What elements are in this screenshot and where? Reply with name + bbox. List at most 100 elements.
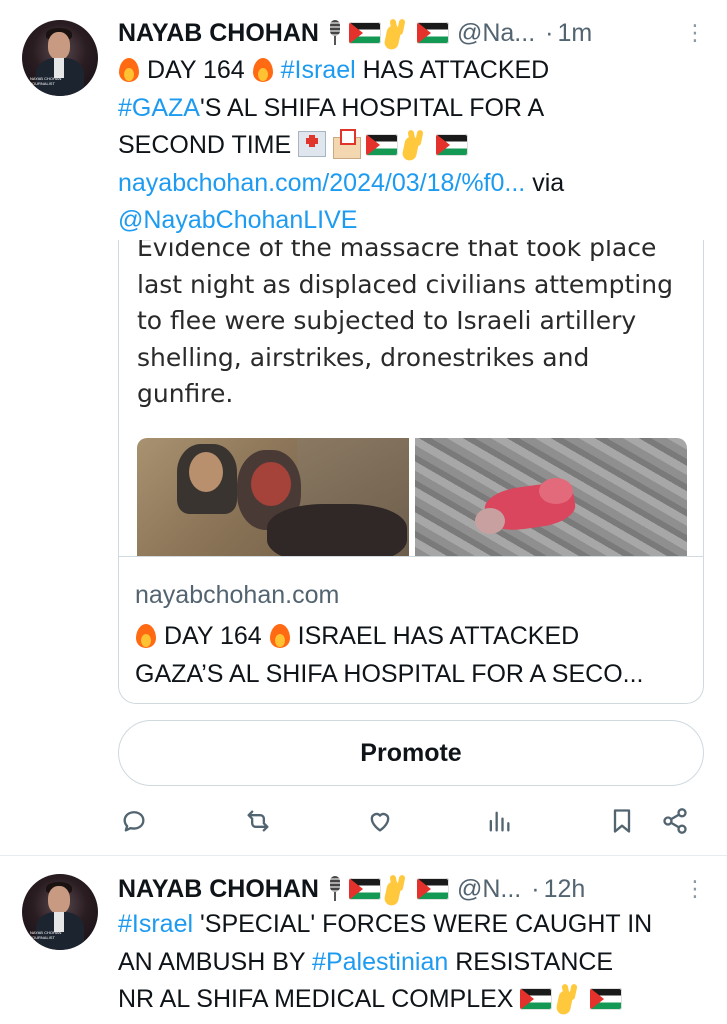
hashtag-link[interactable]: #GAZA: [118, 94, 200, 122]
palestine-flag-icon: [416, 22, 449, 44]
bookmark-icon: [613, 809, 631, 833]
author-name[interactable]: NAYAB CHOHAN: [118, 19, 319, 48]
author-name[interactable]: NAYAB CHOHAN: [118, 875, 319, 904]
views-button[interactable]: [483, 806, 515, 836]
card-title-segment: ISRAEL HAS ATTACKED: [297, 622, 580, 650]
fire-icon: [252, 56, 274, 82]
hospital-icon: [298, 131, 327, 157]
palestine-flag-icon: [366, 134, 399, 156]
fire-icon: [135, 622, 157, 648]
tweet-text-segment: HAS ATTACKED: [355, 56, 550, 84]
hashtag-link[interactable]: #Palestinian: [312, 948, 448, 976]
injured-women-photo: [137, 438, 409, 556]
timestamp[interactable]: 12h: [544, 875, 586, 904]
name-emojis: [327, 875, 449, 903]
tweet-line: DAY 164 #Israel HAS ATTACKED: [118, 52, 703, 90]
card-title-line: DAY 164 ISRAEL HAS ATTACKED: [135, 617, 689, 655]
palestine-flag-icon: [348, 22, 381, 44]
victory-hand-icon: [387, 875, 411, 903]
tweet-line: #Israel 'SPECIAL' FORCES WERE CAUGHT IN: [118, 906, 703, 944]
card-title-segment: DAY 164: [163, 622, 262, 650]
victory-hand-icon: [405, 130, 429, 158]
bookmark-button[interactable]: [606, 806, 638, 836]
microphone-icon: [327, 20, 343, 46]
fire-icon: [269, 622, 291, 648]
separator-dot: ·: [545, 18, 554, 47]
separator-dot: ·: [531, 874, 540, 903]
card-image[interactable]: Evidence of the massacre that took place…: [119, 240, 703, 556]
reply-icon: [123, 811, 145, 832]
tweet-text-segment: 'S AL SHIFA HOSPITAL FOR A: [199, 93, 545, 122]
timestamp[interactable]: 1m: [557, 19, 592, 48]
retweet-icon: [247, 810, 269, 832]
card-image-line: gunfire.: [137, 379, 234, 408]
card-domain: nayabchohan.com: [135, 581, 340, 609]
url-link[interactable]: nayabchohan.com/2024/03/18/%f0...: [118, 169, 525, 197]
avatar-caption: NAYAB CHOHAN JOURNALIST: [30, 76, 62, 86]
avatar-shirt: [54, 912, 64, 932]
tweet-text: DAY 164 #Israel HAS ATTACKED #GAZA'S AL …: [118, 52, 703, 240]
tweet-line: nayabchohan.com/2024/03/18/%f0... via: [118, 165, 703, 203]
palestine-flag-icon: [348, 878, 381, 900]
card-image-line: Evidence of the massacre that took place: [137, 240, 657, 262]
avatar[interactable]: NAYAB CHOHAN JOURNALIST: [22, 20, 98, 96]
avatar-face: [48, 32, 70, 60]
tweet-text-segment: SECOND TIME: [118, 131, 292, 159]
microphone-icon: [327, 876, 343, 902]
tweet-line: @NayabChohanLIVE: [118, 202, 703, 240]
link-card[interactable]: Evidence of the massacre that took place…: [118, 240, 704, 704]
tweet-text-segment: DAY 164: [146, 56, 245, 84]
hashtag-link[interactable]: #Israel: [118, 910, 193, 938]
retweet-button[interactable]: [242, 806, 274, 836]
avatar-face: [48, 886, 70, 914]
avatar-shirt: [54, 58, 64, 78]
card-image-line: to flee were subjected to Israeli artill…: [137, 306, 637, 335]
fire-icon: [118, 56, 140, 82]
palestine-flag-icon: [416, 878, 449, 900]
card-title: DAY 164 ISRAEL HAS ATTACKED GAZA’S AL SH…: [135, 617, 689, 693]
name-emojis: [327, 19, 449, 47]
avatar-caption: NAYAB CHOHAN JOURNALIST: [30, 930, 62, 940]
palestine-flag-icon: [520, 988, 553, 1010]
author-handle[interactable]: @Na...: [457, 19, 535, 48]
avatar[interactable]: NAYAB CHOHAN JOURNALIST: [22, 874, 98, 950]
share-button[interactable]: [659, 806, 691, 836]
hashtag-link[interactable]: #Israel: [281, 56, 356, 84]
views-icon: [489, 811, 510, 832]
tweet-text-segment: 'SPECIAL' FORCES WERE CAUGHT IN: [193, 910, 653, 938]
tweet-line: SECOND TIME: [118, 127, 703, 165]
like-button[interactable]: [364, 806, 396, 836]
like-icon: [370, 812, 390, 832]
tweet-text-segment: NR AL SHIFA MEDICAL COMPLEX: [118, 985, 514, 1013]
tweet-text-segment: via: [525, 168, 565, 197]
tweet-actions: [118, 806, 704, 836]
card-image-line: shelling, airstrikes, dronestrikes and: [137, 342, 590, 372]
share-icon: [663, 808, 687, 834]
victory-hand-icon: [387, 19, 411, 47]
tweet-text: #Israel 'SPECIAL' FORCES WERE CAUGHT IN …: [118, 906, 703, 1019]
palestine-flag-icon: [435, 134, 468, 156]
tweet-line: #GAZA'S AL SHIFA HOSPITAL FOR A: [118, 90, 703, 128]
tweet-text-segment: RESISTANCE: [448, 947, 614, 976]
card-title-line: GAZA’S AL SHIFA HOSPITAL FOR A SECO...: [135, 660, 644, 688]
palestine-flag-icon: [590, 988, 623, 1010]
victory-hand-icon: [559, 984, 583, 1012]
promote-button[interactable]: Promote: [118, 720, 704, 786]
more-options-icon[interactable]: ⋮: [684, 20, 706, 46]
hospital-building-icon: [333, 129, 362, 159]
tweet-line: NR AL SHIFA MEDICAL COMPLEX: [118, 981, 703, 1019]
mention-link[interactable]: @NayabChohanLIVE: [118, 206, 357, 234]
tweet-text-segment: AN AMBUSH BY: [118, 947, 313, 976]
reply-button[interactable]: [118, 806, 150, 836]
tweet-header: NAYAB CHOHAN @Na... · 1m: [118, 16, 711, 50]
author-handle[interactable]: @N...: [457, 875, 521, 904]
card-image-line: last night as displaced civilians attemp…: [137, 269, 673, 299]
tweet-line: AN AMBUSH BY #Palestinian RESISTANCE: [118, 944, 703, 982]
tweet[interactable]: NAYAB CHOHAN JOURNALIST NAYAB CHOHAN @Na…: [0, 0, 727, 856]
card-info[interactable]: nayabchohan.com DAY 164 ISRAEL HAS ATTAC…: [119, 556, 703, 703]
more-options-icon[interactable]: ⋮: [684, 876, 706, 902]
tweet-header: NAYAB CHOHAN @N... · 12h: [118, 872, 711, 906]
tweet[interactable]: NAYAB CHOHAN JOURNALIST NAYAB CHOHAN @N.…: [0, 856, 727, 1024]
rubble-photo: [415, 438, 687, 556]
card-image-text: Evidence of the massacre that took place…: [137, 240, 697, 413]
